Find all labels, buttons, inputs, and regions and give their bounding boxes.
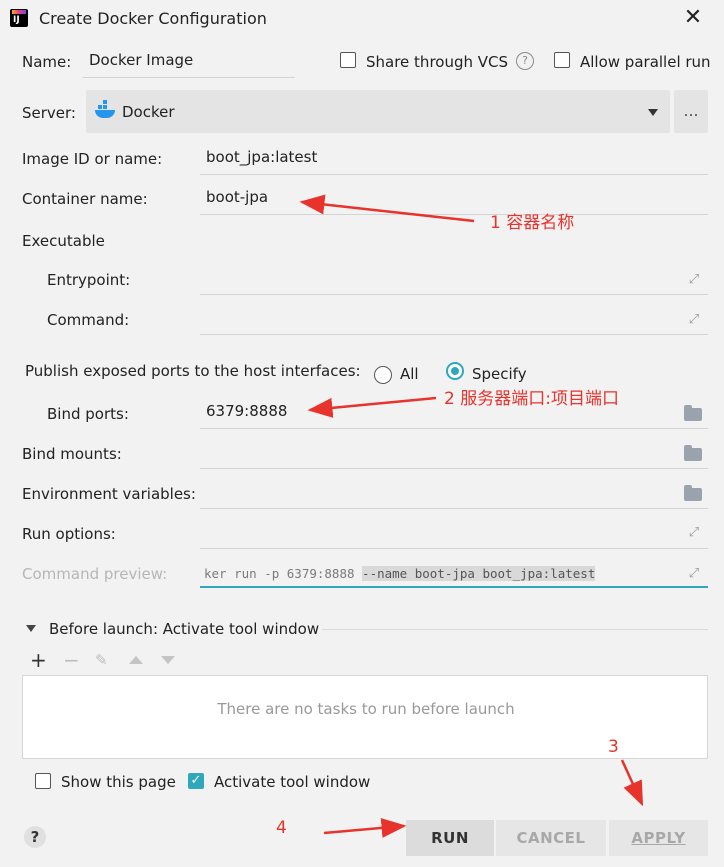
- annotation-arrow-4: [323, 817, 407, 838]
- annotation-1: 1 容器名称: [490, 213, 575, 233]
- annotation-arrow-3: [620, 759, 644, 807]
- annotation-arrow-2: [307, 396, 437, 418]
- annotation-2: 2 服务器端口:项目端口: [444, 389, 619, 409]
- annotation-arrow-1: [299, 194, 475, 223]
- annotation-4: 4: [276, 818, 287, 838]
- annotation-3: 3: [608, 737, 619, 757]
